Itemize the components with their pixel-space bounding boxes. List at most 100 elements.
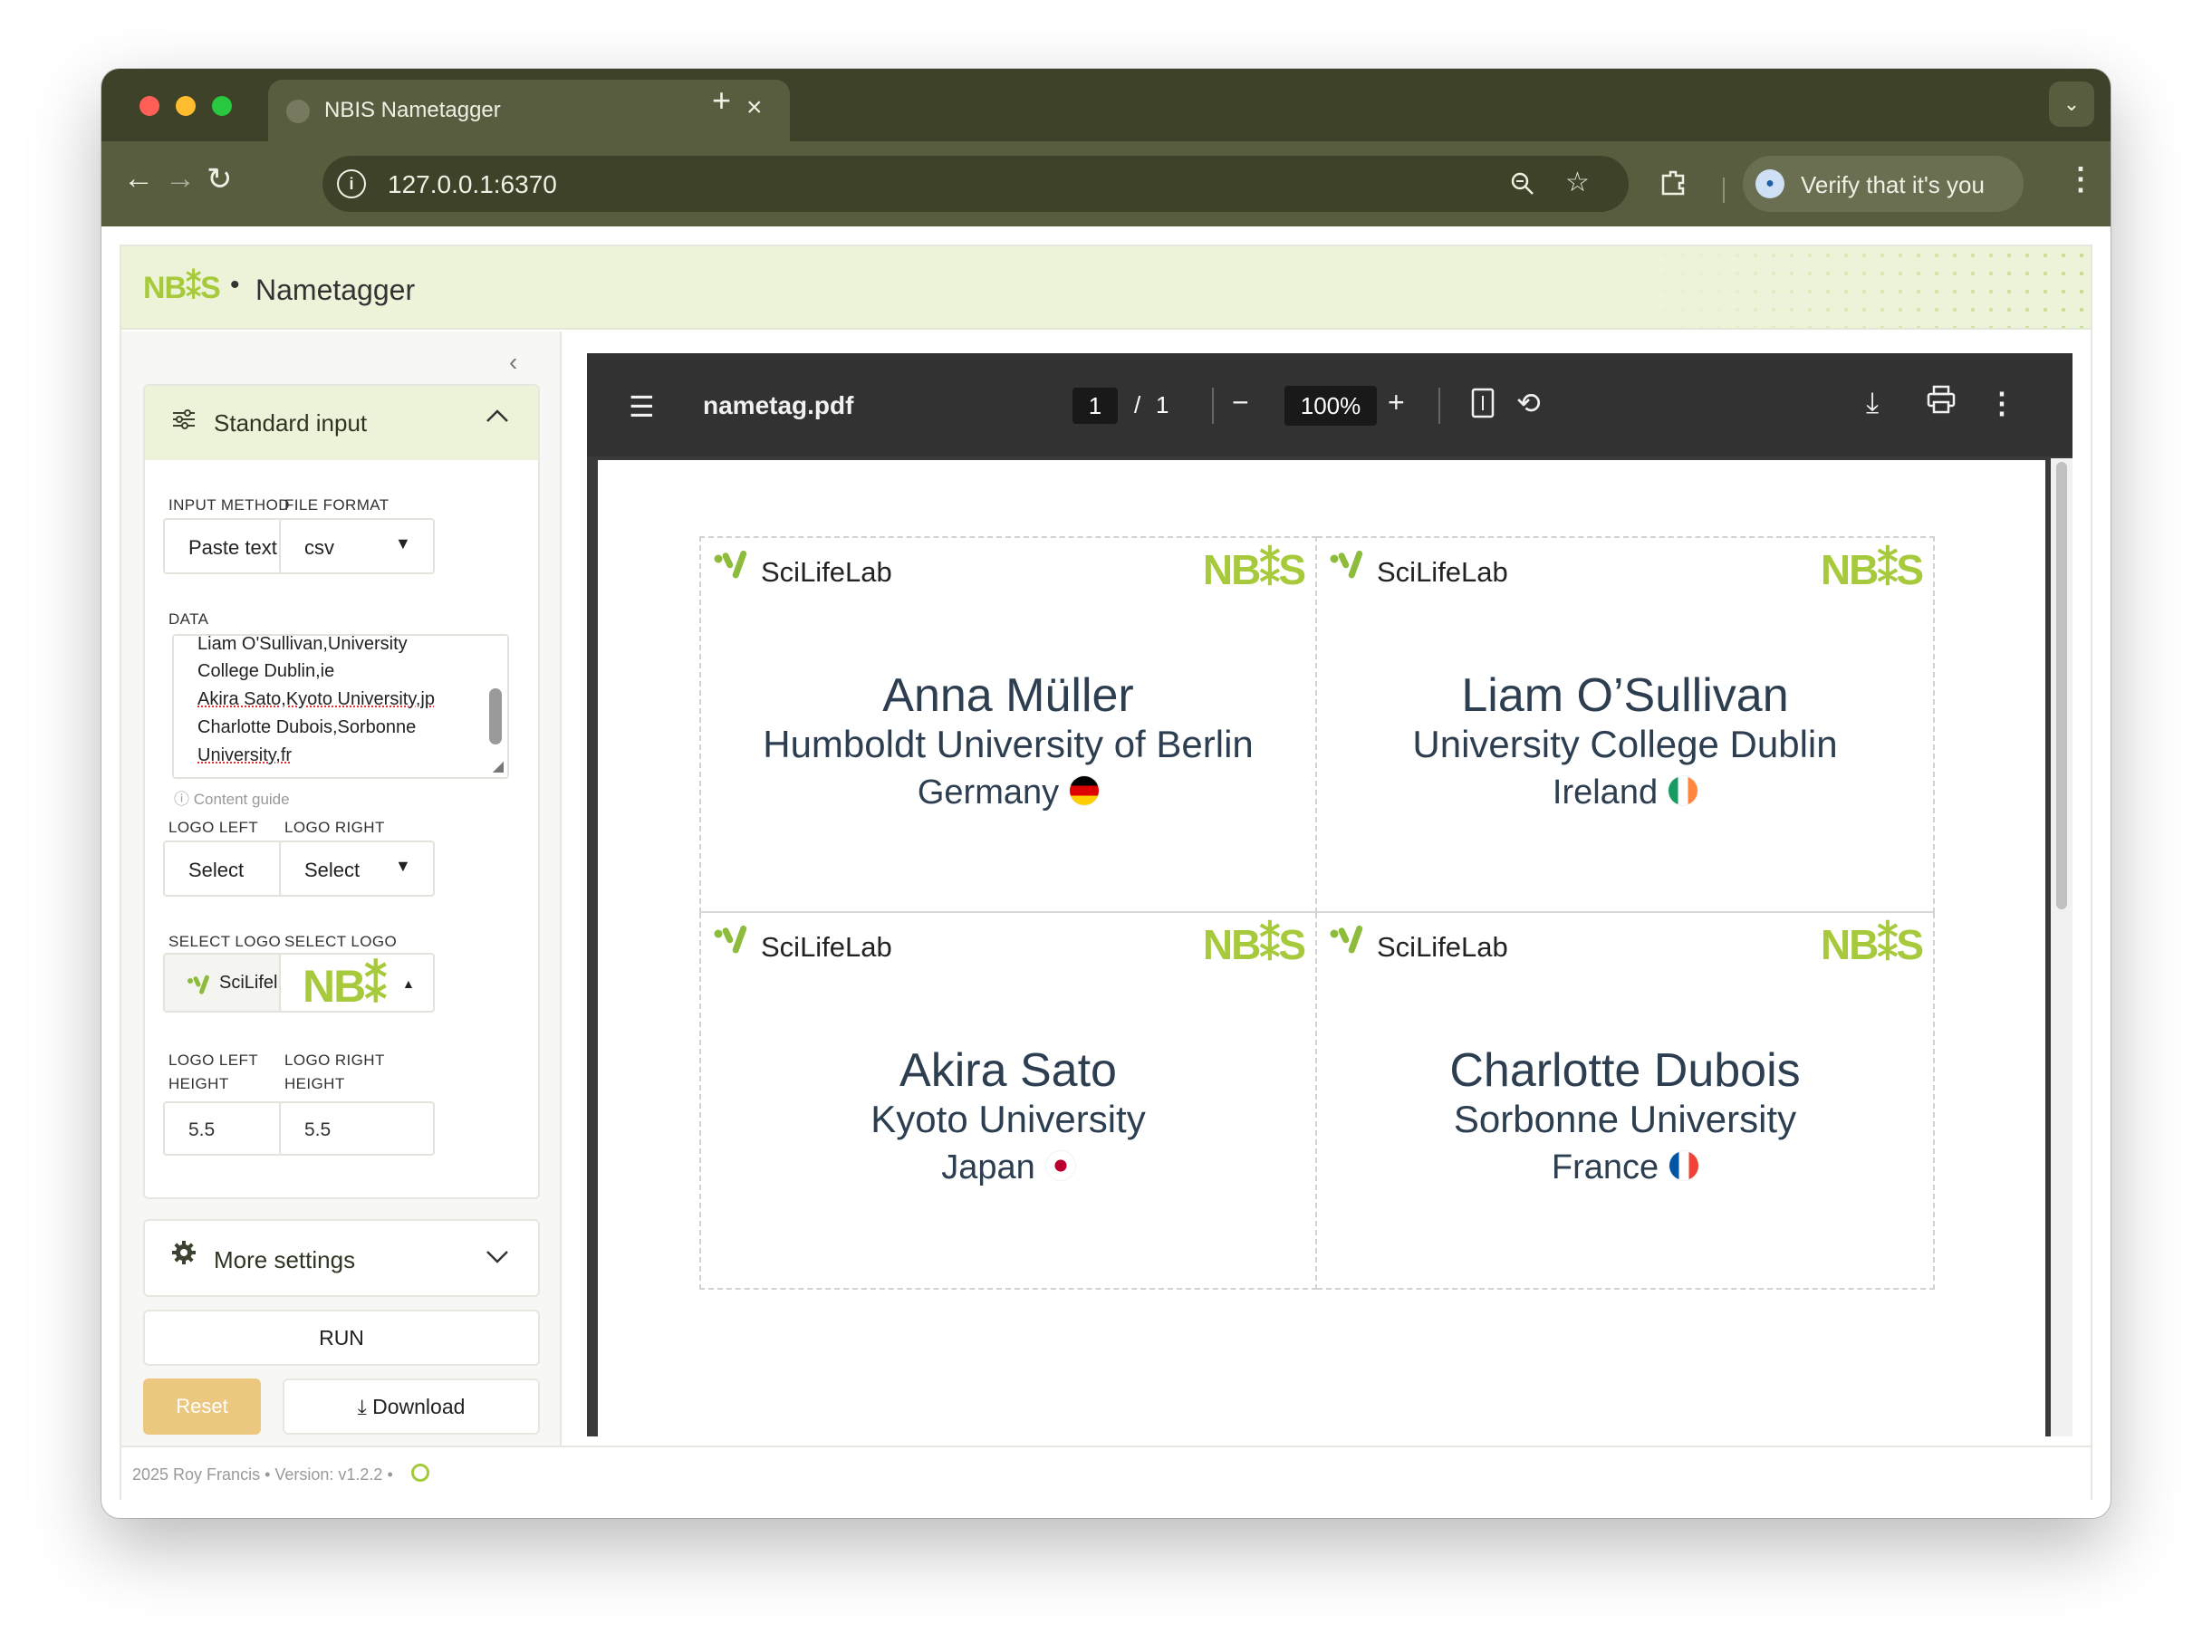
scilifelab-logo: SciLifeLab	[1328, 922, 1508, 967]
collapse-sidebar-icon[interactable]: ‹	[509, 348, 517, 377]
verify-label: Verify that it's you	[1801, 171, 1985, 198]
pdf-filename: nametag.pdf	[703, 391, 854, 419]
rotate-icon[interactable]: ⟲	[1516, 386, 1541, 420]
more-settings-title: More settings	[214, 1246, 356, 1273]
logo-right-label: LOGO RIGHT	[284, 819, 385, 836]
nametagger-app: NB⁑S • Nametagger ‹ Standard input INPUT…	[120, 245, 2092, 1500]
content-guide-link[interactable]: ⓘ Content guide	[174, 786, 290, 809]
attendee-name: Akira Sato	[899, 1044, 1117, 1097]
chevron-down-icon[interactable]	[482, 1241, 513, 1278]
pdf-download-icon[interactable]: ⤓	[1866, 386, 1879, 420]
toolbar-divider	[1438, 388, 1440, 424]
select-logo-left-text: SciLifel	[219, 973, 278, 993]
data-line: Liam O'Sullivan,University	[197, 634, 408, 654]
select-logo-right-button[interactable]: NB⁑ ▲	[279, 953, 435, 1013]
zoom-input[interactable]: 100%	[1284, 386, 1377, 426]
minimize-window-button[interactable]	[176, 96, 196, 116]
page-separator: /	[1134, 391, 1141, 418]
logo-left-height-value: 5.5	[188, 1119, 216, 1140]
verify-identity-button[interactable]: ● Verify that it's you	[1743, 156, 2024, 212]
more-options-icon[interactable]: ⋮	[1987, 386, 2016, 420]
pdf-scrollbar-thumb[interactable]	[2056, 462, 2067, 909]
caret-up-icon: ▲	[402, 976, 415, 991]
back-button[interactable]: ←	[123, 161, 154, 197]
nametag-card: SciLifeLab NB⁑S Anna Müller Humboldt Uni…	[699, 536, 1317, 913]
zoom-icon[interactable]	[1509, 170, 1536, 204]
reload-button[interactable]: ↻	[207, 161, 233, 197]
profile-avatar: ●	[1755, 169, 1784, 198]
pdf-toolbar: ☰ nametag.pdf 1 / 1 − 100% + ⟲ ⤓ ⋮	[587, 353, 2073, 456]
select-logo-right-text: NB⁑	[303, 961, 387, 1012]
nbis-logo: NB⁑S	[1820, 921, 1924, 968]
attendee-country-row: Ireland	[1317, 773, 1933, 812]
globe-icon	[286, 100, 310, 123]
site-info-icon[interactable]: i	[337, 169, 366, 198]
logo-left-label: LOGO LEFT	[168, 819, 259, 836]
scilifelab-logo: SciLifeLab	[712, 922, 892, 967]
scilifelab-leaf-icon	[188, 975, 209, 994]
file-format-select[interactable]: csv ▼	[279, 518, 435, 574]
page-number-input[interactable]: 1	[1072, 388, 1118, 424]
pdf-page: SciLifeLab NB⁑S Anna Müller Humboldt Uni…	[598, 460, 2045, 1436]
browser-toolbar: ← → ↻ i 127.0.0.1:6370 ☆ ● Verify that i…	[101, 141, 2111, 226]
standard-input-header[interactable]: Standard input	[145, 386, 538, 460]
reset-button[interactable]: Reset	[143, 1378, 261, 1435]
attendee-institution: Kyoto University	[870, 1098, 1146, 1140]
tab-close-icon[interactable]: ×	[746, 92, 763, 123]
maximize-window-button[interactable]	[212, 96, 232, 116]
chevron-up-icon[interactable]	[482, 400, 513, 438]
download-label: Download	[372, 1395, 466, 1418]
zoom-out-button[interactable]: −	[1232, 386, 1249, 419]
github-icon[interactable]	[411, 1464, 429, 1482]
data-textarea[interactable]: Liam O'Sullivan,University College Dubli…	[172, 634, 509, 779]
print-icon[interactable]	[1926, 384, 1957, 422]
forward-button[interactable]: →	[165, 161, 196, 197]
flag-fr-icon	[1669, 1151, 1699, 1180]
sidebar-menu-icon[interactable]: ☰	[629, 389, 655, 424]
file-format-value: csv	[304, 536, 334, 559]
textarea-scrollbar[interactable]	[489, 688, 502, 744]
sidebar: ‹ Standard input INPUT METHOD FILE FORMA…	[121, 331, 562, 1446]
attendee-institution: Humboldt University of Berlin	[763, 723, 1254, 765]
scilifelab-leaf-icon	[714, 925, 747, 954]
logo-right-value: Select	[304, 859, 361, 881]
bookmark-star-icon[interactable]: ☆	[1565, 167, 1590, 198]
data-line: Akira Sato,Kyoto University,jp	[197, 689, 435, 709]
browser-menu-icon[interactable]: ⋮	[2065, 161, 2096, 197]
new-tab-button[interactable]: +	[712, 82, 731, 120]
zoom-in-button[interactable]: +	[1388, 386, 1405, 419]
data-line: College Dublin,ie	[197, 661, 335, 681]
scilifelab-logo: SciLifeLab	[712, 547, 892, 592]
data-label: DATA	[168, 610, 209, 628]
resize-grip-icon[interactable]: ◢	[493, 757, 504, 775]
attendee-country: Japan	[941, 1148, 1035, 1186]
more-settings-panel[interactable]: More settings	[143, 1219, 540, 1297]
input-method-label: INPUT METHOD	[168, 496, 290, 514]
logo-right-height-input[interactable]: 5.5	[279, 1101, 435, 1156]
pdf-viewer: ☰ nametag.pdf 1 / 1 − 100% + ⟲ ⤓ ⋮ SciLi…	[587, 353, 2073, 1436]
logo-right-height-value: 5.5	[304, 1119, 332, 1140]
fit-page-icon[interactable]	[1471, 388, 1495, 426]
extensions-icon[interactable]	[1658, 167, 1688, 205]
flag-de-icon	[1070, 776, 1100, 805]
nbis-logo: NB⁑S	[1202, 546, 1306, 593]
toolbar-divider	[1723, 178, 1725, 203]
nbis-logo: NB⁑S	[1202, 921, 1306, 968]
url-text[interactable]: 127.0.0.1:6370	[388, 170, 557, 199]
data-line: Charlotte Dubois,Sorbonne	[197, 717, 417, 737]
caret-down-icon: ▼	[395, 857, 411, 875]
toolbar-divider	[1212, 388, 1214, 424]
logo-right-select[interactable]: Select ▼	[279, 840, 435, 897]
nbis-logo: NB⁑S	[1820, 546, 1924, 593]
run-button[interactable]: RUN	[143, 1310, 540, 1366]
app-header: NB⁑S • Nametagger	[121, 246, 2091, 330]
nametag-card: SciLifeLab NB⁑S Liam O’Sullivan Universi…	[1317, 536, 1935, 913]
browser-window: NBIS Nametagger × + ⌄ ← → ↻ i 127.0.0.1:…	[101, 69, 2111, 1518]
attendee-country-row: Germany	[701, 773, 1315, 812]
attendee-country: Germany	[917, 773, 1060, 812]
close-window-button[interactable]	[139, 96, 159, 116]
tab-search-button[interactable]: ⌄	[2049, 82, 2094, 127]
download-button[interactable]: ⤓ Download	[283, 1378, 540, 1435]
pdf-scrollbar[interactable]	[2051, 458, 2073, 1436]
address-bar[interactable]: i 127.0.0.1:6370 ☆	[322, 156, 1629, 212]
